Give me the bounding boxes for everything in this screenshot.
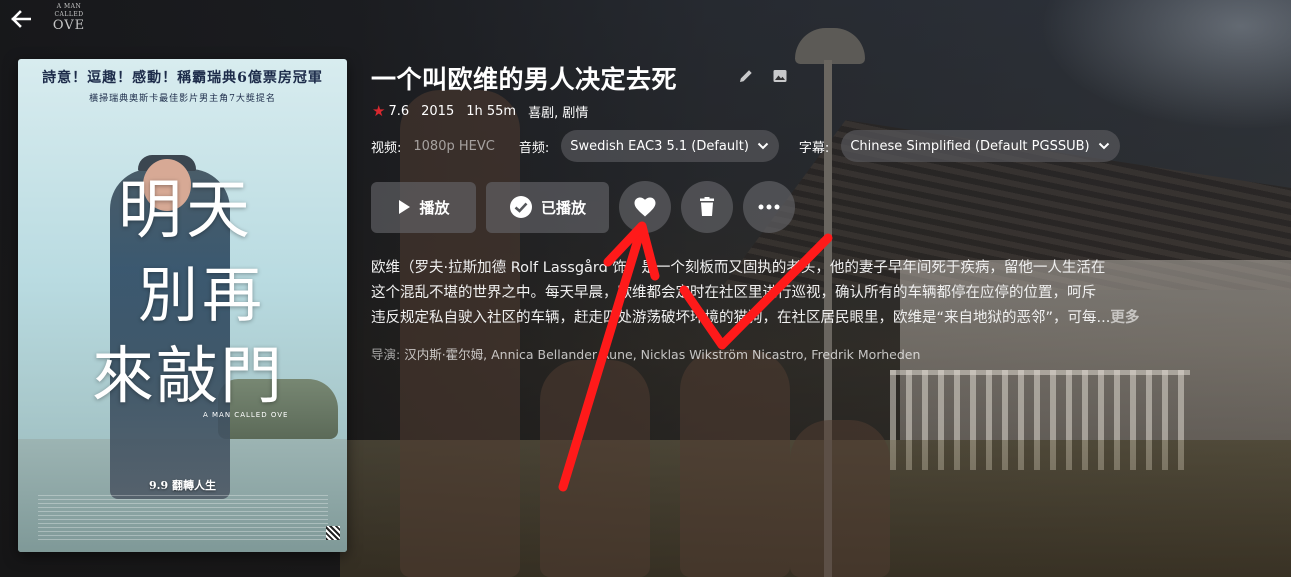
video-label: 视频: xyxy=(371,140,402,156)
action-buttons: 播放 已播放 xyxy=(371,181,795,233)
heart-icon xyxy=(634,197,656,217)
star-icon: ★ xyxy=(372,102,386,120)
subtitle-label: 字幕: xyxy=(798,140,830,156)
more-link[interactable]: 更多 xyxy=(1110,310,1139,326)
arrow-left-icon xyxy=(11,10,31,28)
chevron-down-icon xyxy=(1098,142,1109,150)
mark-played-button[interactable]: 已播放 xyxy=(486,181,609,233)
movie-title: 一个叫欧维的男人决定去死 xyxy=(371,65,678,94)
directors-names[interactable]: 汉内斯·霍尔姆, Annica Bellander Rune, Nicklas … xyxy=(404,347,920,362)
poster-subline: 橫掃瑞典奧斯卡最佳影片男主角7大獎提名 xyxy=(89,94,276,104)
more-options-button[interactable] xyxy=(743,181,795,233)
back-button[interactable] xyxy=(8,6,34,32)
runtime: 1h 55m xyxy=(466,104,517,119)
audio-label: 音频: xyxy=(518,140,550,156)
stream-selectors: 视频: 1080p HEVC 音频: Swedish EAC3 5.1 (Def… xyxy=(371,130,1140,162)
play-icon xyxy=(399,200,411,214)
poster-date: 9.9 翻轉人生 xyxy=(149,479,216,492)
pencil-icon xyxy=(740,70,752,82)
overview-text: 欧维（罗夫·拉斯加德 Rolf Lassgård 饰）是一个刻板而又固执的老头，… xyxy=(371,260,1140,326)
delete-button[interactable] xyxy=(681,181,733,233)
movie-poster[interactable]: 詩意！逗趣！感動！稱霸瑞典6億票房冠軍 橫掃瑞典奧斯卡最佳影片男主角7大獎提名 … xyxy=(18,59,347,552)
trash-icon xyxy=(700,197,714,216)
video-value: 1080p HEVC xyxy=(413,138,495,154)
chevron-down-icon xyxy=(757,142,769,150)
genres: 喜剧, 剧情 xyxy=(528,106,589,121)
title-logo: A MAN CALLED OVE xyxy=(52,3,86,33)
edit-button[interactable] xyxy=(736,66,756,86)
qr-code-icon xyxy=(326,526,340,540)
movie-meta: ★ 7.6 2015 1h 55m 喜剧, 剧情 xyxy=(372,102,589,122)
directors: 导演: 汉内斯·霍尔姆, Annica Bellander Rune, Nick… xyxy=(371,344,920,363)
directors-label: 导演: xyxy=(371,347,401,362)
poster-tagline: 詩意！逗趣！感動！稱霸瑞典6億票房冠軍 xyxy=(42,70,323,86)
poster-credits xyxy=(38,495,328,541)
audio-select[interactable]: Swedish EAC3 5.1 (Default) xyxy=(561,130,779,162)
poster-english-title: A MAN CALLED OVE xyxy=(203,411,289,419)
community-rating: ★ 7.6 xyxy=(372,102,410,120)
subtitle-select[interactable]: Chinese Simplified (Default PGSSUB) xyxy=(841,130,1120,162)
release-year: 2015 xyxy=(421,104,455,119)
check-circle-icon xyxy=(509,196,532,218)
more-horizontal-icon xyxy=(758,204,780,210)
favorite-button[interactable] xyxy=(619,181,671,233)
image-icon xyxy=(773,70,787,82)
edit-images-button[interactable] xyxy=(770,66,790,86)
play-button[interactable]: 播放 xyxy=(371,181,476,233)
